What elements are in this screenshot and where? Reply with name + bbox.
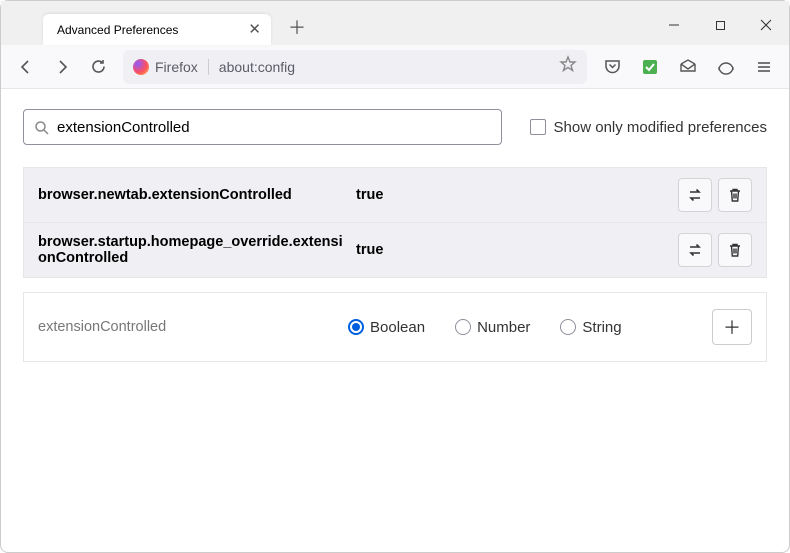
pref-name: browser.startup.homepage_override.extens… <box>38 234 348 266</box>
radio-label: Boolean <box>370 319 425 336</box>
identity-label: Firefox <box>155 59 198 75</box>
hamburger-menu-icon[interactable] <box>747 50 781 84</box>
pref-value: true <box>356 242 670 258</box>
minimize-button[interactable] <box>651 5 697 45</box>
profile-icon[interactable] <box>709 50 743 84</box>
browser-tab[interactable]: Advanced Preferences ✕ <box>43 14 271 45</box>
pref-actions <box>678 233 752 267</box>
new-pref-row: extensionControlled Boolean Number Strin… <box>23 292 767 362</box>
pref-name: browser.newtab.extensionControlled <box>38 187 348 203</box>
type-radio-group: Boolean Number String <box>348 319 712 336</box>
checkbox-label: Show only modified preferences <box>554 119 767 136</box>
pref-row[interactable]: browser.newtab.extensionControlled true <box>24 168 766 222</box>
maximize-button[interactable] <box>697 5 743 45</box>
search-box[interactable] <box>23 109 502 145</box>
search-input[interactable] <box>57 119 491 136</box>
pref-value: true <box>356 187 670 203</box>
search-row: Show only modified preferences <box>23 109 767 145</box>
radio-icon <box>455 319 471 335</box>
search-icon <box>34 120 49 135</box>
back-button[interactable] <box>9 50 43 84</box>
show-modified-checkbox[interactable]: Show only modified preferences <box>530 119 767 136</box>
pref-actions <box>678 178 752 212</box>
site-identity[interactable]: Firefox <box>133 59 209 75</box>
window-controls <box>651 5 789 45</box>
delete-button[interactable] <box>718 178 752 212</box>
new-tab-button[interactable]: ＋ <box>281 11 313 43</box>
bookmark-star-icon[interactable] <box>559 55 577 78</box>
pref-row[interactable]: browser.startup.homepage_override.extens… <box>24 222 766 277</box>
pocket-icon[interactable] <box>595 50 629 84</box>
toggle-button[interactable] <box>678 178 712 212</box>
radio-boolean[interactable]: Boolean <box>348 319 425 336</box>
window-title-bar: Advanced Preferences ✕ ＋ <box>1 1 789 45</box>
reload-button[interactable] <box>81 50 115 84</box>
radio-string[interactable]: String <box>560 319 621 336</box>
about-config-content: Show only modified preferences browser.n… <box>1 89 789 382</box>
toggle-button[interactable] <box>678 233 712 267</box>
address-bar[interactable]: Firefox about:config <box>123 50 587 84</box>
close-tab-icon[interactable]: ✕ <box>248 22 261 37</box>
forward-button[interactable] <box>45 50 79 84</box>
delete-button[interactable] <box>718 233 752 267</box>
radio-icon <box>560 319 576 335</box>
extension-icon[interactable] <box>633 50 667 84</box>
tab-strip: Advanced Preferences ✕ ＋ <box>1 11 313 45</box>
url-text: about:config <box>219 59 549 75</box>
close-window-button[interactable] <box>743 5 789 45</box>
checkbox-icon <box>530 119 546 135</box>
radio-icon <box>348 319 364 335</box>
radio-label: String <box>582 319 621 336</box>
mail-icon[interactable] <box>671 50 705 84</box>
tab-title: Advanced Preferences <box>57 23 178 37</box>
add-pref-button[interactable]: ＋ <box>712 309 752 345</box>
new-pref-name: extensionControlled <box>38 319 348 335</box>
browser-toolbar: Firefox about:config <box>1 45 789 89</box>
firefox-logo-icon <box>133 59 149 75</box>
radio-label: Number <box>477 319 530 336</box>
radio-number[interactable]: Number <box>455 319 530 336</box>
pref-list: browser.newtab.extensionControlled true … <box>23 167 767 278</box>
toolbar-right-icons <box>595 50 781 84</box>
